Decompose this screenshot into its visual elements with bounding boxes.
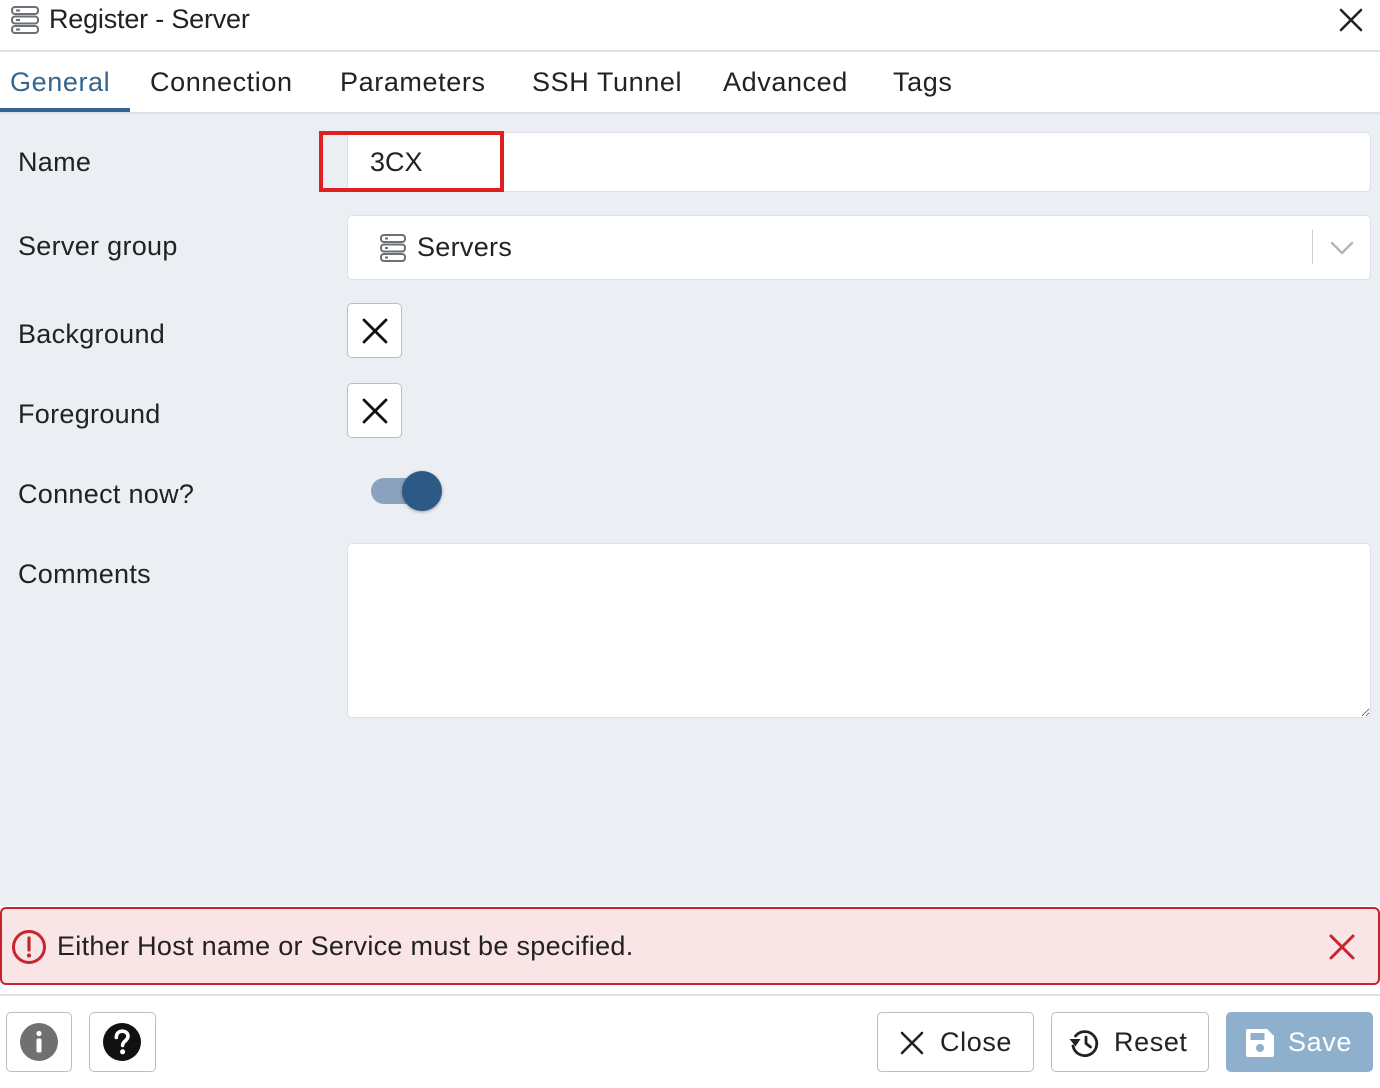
server-group-value: Servers	[417, 232, 513, 262]
name-input[interactable]	[347, 132, 1371, 192]
close-icon[interactable]	[1328, 933, 1356, 961]
name-label: Name	[18, 147, 92, 177]
error-message: Either Host name or Service must be spec…	[57, 931, 634, 961]
tab-bar: General Connection Parameters SSH Tunnel…	[0, 52, 1380, 114]
server-group-label: Server group	[18, 231, 178, 261]
info-button[interactable]	[6, 1012, 72, 1072]
tab-general[interactable]: General	[10, 52, 110, 112]
save-button[interactable]: Save	[1226, 1012, 1373, 1072]
dialog-title: Register - Server	[49, 4, 250, 34]
comments-label: Comments	[18, 559, 151, 589]
help-button[interactable]	[89, 1012, 156, 1072]
connect-now-label: Connect now?	[18, 479, 195, 509]
close-icon[interactable]	[1335, 4, 1367, 36]
tab-parameters[interactable]: Parameters	[340, 52, 486, 112]
save-button-label: Save	[1288, 1027, 1352, 1057]
help-icon	[103, 1023, 141, 1061]
tab-connection[interactable]: Connection	[150, 52, 293, 112]
tab-tags[interactable]: Tags	[893, 52, 952, 112]
close-icon	[900, 1031, 924, 1055]
close-button[interactable]: Close	[877, 1012, 1034, 1072]
save-icon	[1246, 1029, 1274, 1057]
form-panel: Name Server group Servers Background F	[0, 114, 1380, 906]
background-label: Background	[18, 319, 166, 349]
reset-icon	[1069, 1030, 1099, 1058]
server-group-icon	[380, 234, 406, 262]
reset-button-label: Reset	[1114, 1027, 1188, 1057]
foreground-label: Foreground	[18, 399, 161, 429]
footer-divider	[0, 994, 1380, 996]
server-group-select[interactable]: Servers	[347, 215, 1371, 280]
tab-ssh-tunnel[interactable]: SSH Tunnel	[532, 52, 682, 112]
chevron-down-icon[interactable]	[1329, 236, 1355, 260]
background-color-button[interactable]	[347, 303, 402, 358]
close-button-label: Close	[940, 1027, 1013, 1057]
select-separator	[1312, 230, 1313, 264]
error-icon	[12, 930, 46, 964]
cross-icon	[362, 318, 388, 344]
reset-button[interactable]: Reset	[1051, 1012, 1209, 1072]
tab-advanced[interactable]: Advanced	[723, 52, 848, 112]
error-banner: Either Host name or Service must be spec…	[0, 907, 1380, 985]
info-icon	[20, 1023, 58, 1061]
dialog-title-bar: Register - Server	[0, 0, 1380, 52]
foreground-color-button[interactable]	[347, 383, 402, 438]
comments-textarea[interactable]	[347, 543, 1371, 718]
active-tab-indicator	[0, 108, 130, 112]
toggle-knob	[402, 471, 442, 511]
server-icon	[11, 6, 39, 34]
cross-icon	[362, 398, 388, 424]
connect-now-toggle[interactable]	[370, 471, 444, 513]
